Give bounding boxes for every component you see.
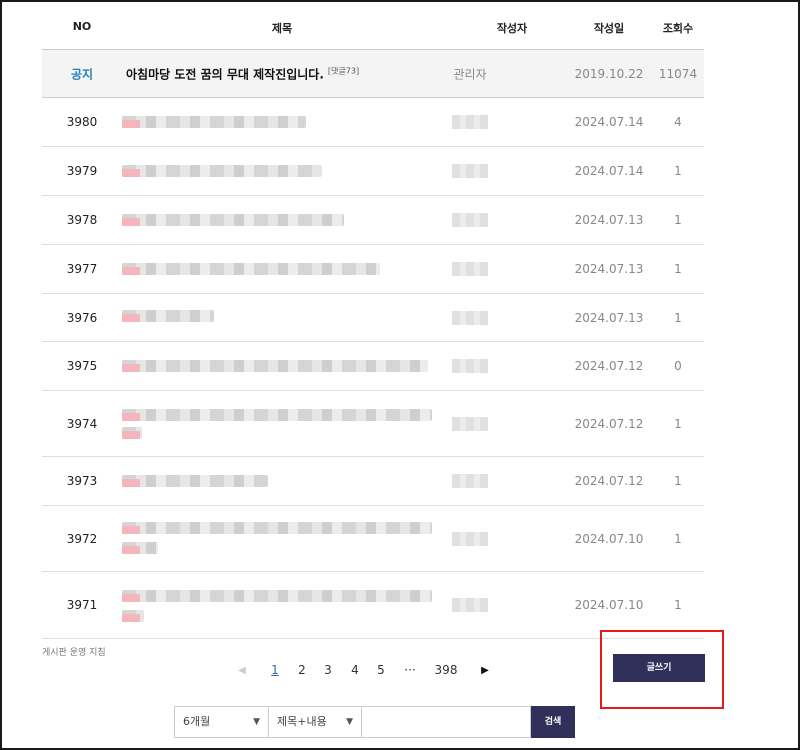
page-link[interactable]: 2 xyxy=(298,663,306,677)
post-views: 1 xyxy=(674,213,682,227)
search-bar: 6개월 ▼ 제목+내용 ▼ 검색 xyxy=(174,706,575,738)
page-ellipsis: ··· xyxy=(404,663,416,677)
post-views: 1 xyxy=(674,262,682,276)
board-table: NO 제목 작성자 작성일 조회수 공지 아침마당 도전 꿈의 무대 제작진입니… xyxy=(42,0,704,639)
post-number: 3971 xyxy=(66,598,98,612)
post-number: 3979 xyxy=(66,164,98,178)
post-author-redacted xyxy=(452,531,488,546)
post-number: 3972 xyxy=(66,531,98,546)
notice-author: 관리자 xyxy=(453,67,487,81)
post-date: 2024.07.10 xyxy=(574,598,644,612)
notice-title-link[interactable]: 아침마당 도전 꿈의 무대 제작진입니다. [댓글73] xyxy=(126,65,359,82)
caret-left-icon[interactable]: ◀ xyxy=(238,665,246,676)
post-date: 2024.07.13 xyxy=(574,310,644,325)
search-button[interactable]: 검색 xyxy=(531,706,575,738)
post-date: 2024.07.13 xyxy=(574,213,644,227)
post-date: 2024.07.12 xyxy=(574,359,644,373)
search-field-select[interactable]: 제목+내용 ▼ xyxy=(268,706,361,738)
post-views: 1 xyxy=(674,164,682,178)
col-title: 제목 xyxy=(271,22,293,35)
write-post-button[interactable]: 글쓰기 xyxy=(613,654,705,682)
table-header: NO 제목 작성자 작성일 조회수 xyxy=(42,0,704,50)
caret-right-icon[interactable]: ▶ xyxy=(481,665,489,676)
post-author-redacted xyxy=(452,262,488,276)
post-author-redacted xyxy=(452,115,488,129)
table-row[interactable]: 3980 2024.07.14 4 xyxy=(42,98,704,147)
post-number: 3978 xyxy=(66,213,98,227)
table-row[interactable]: 3974 2024.07.12 1 xyxy=(42,391,704,457)
post-number: 3976 xyxy=(66,310,98,325)
post-date: 2024.07.12 xyxy=(574,474,644,488)
post-date: 2024.07.13 xyxy=(574,262,644,276)
search-input[interactable] xyxy=(361,706,531,738)
post-number: 3973 xyxy=(66,474,98,488)
period-select[interactable]: 6개월 ▼ xyxy=(174,706,268,738)
post-views: 1 xyxy=(674,474,682,488)
post-date: 2024.07.10 xyxy=(574,531,644,546)
col-date: 작성일 xyxy=(593,22,625,35)
post-author-redacted xyxy=(452,474,488,488)
post-views: 0 xyxy=(674,359,682,373)
post-date: 2024.07.12 xyxy=(574,416,644,431)
post-number: 3974 xyxy=(66,416,98,431)
post-date: 2024.07.14 xyxy=(574,164,644,178)
chevron-down-icon: ▼ xyxy=(253,717,260,727)
post-number: 3975 xyxy=(66,359,98,373)
notice-row[interactable]: 공지 아침마당 도전 꿈의 무대 제작진입니다. [댓글73] 관리자 2019.… xyxy=(42,50,704,98)
post-author-redacted xyxy=(452,598,488,612)
page-link[interactable]: 4 xyxy=(351,663,359,677)
notice-comment-count: [댓글73] xyxy=(327,66,360,75)
table-row[interactable]: 3971 2024.07.10 1 xyxy=(42,572,704,639)
post-author-redacted xyxy=(452,416,488,431)
post-views: 1 xyxy=(674,416,682,431)
table-row[interactable]: 3973 2024.07.12 1 xyxy=(42,457,704,506)
table-row[interactable]: 3978 2024.07.13 1 xyxy=(42,196,704,245)
post-author-redacted xyxy=(452,310,488,325)
post-views: 1 xyxy=(674,531,682,546)
table-row[interactable]: 3979 2024.07.14 1 xyxy=(42,147,704,196)
notice-label: 공지 xyxy=(70,67,94,81)
notice-views: 11074 xyxy=(658,66,698,81)
board-policy-link[interactable]: 게시판 운영 지침 xyxy=(42,645,106,658)
post-views: 1 xyxy=(674,598,682,612)
page-link[interactable]: 3 xyxy=(324,663,332,677)
page-link-current[interactable]: 1 xyxy=(271,663,279,677)
post-views: 1 xyxy=(674,310,682,325)
notice-title: 아침마당 도전 꿈의 무대 제작진입니다. xyxy=(126,67,324,81)
post-number: 3980 xyxy=(66,115,98,129)
col-views: 조회수 xyxy=(662,22,694,35)
period-select-value: 6개월 xyxy=(183,715,211,728)
notice-date: 2019.10.22 xyxy=(574,66,644,81)
post-author-redacted xyxy=(452,213,488,227)
post-number: 3977 xyxy=(66,262,98,276)
page-link[interactable]: 5 xyxy=(377,663,385,677)
post-views: 4 xyxy=(674,115,682,129)
chevron-down-icon: ▼ xyxy=(346,717,353,727)
post-author-redacted xyxy=(452,164,488,178)
post-author-redacted xyxy=(452,359,488,373)
page-link-last[interactable]: 398 xyxy=(435,663,458,677)
table-row[interactable]: 3975 2024.07.12 0 xyxy=(42,342,704,391)
col-no: NO xyxy=(72,20,92,33)
col-author: 작성자 xyxy=(496,22,528,35)
search-field-value: 제목+내용 xyxy=(277,715,327,728)
table-row[interactable]: 3972 2024.07.10 1 xyxy=(42,506,704,572)
table-row[interactable]: 3977 2024.07.13 1 xyxy=(42,245,704,294)
post-date: 2024.07.14 xyxy=(574,115,644,129)
table-row[interactable]: 3976 2024.07.13 1 xyxy=(42,294,704,342)
